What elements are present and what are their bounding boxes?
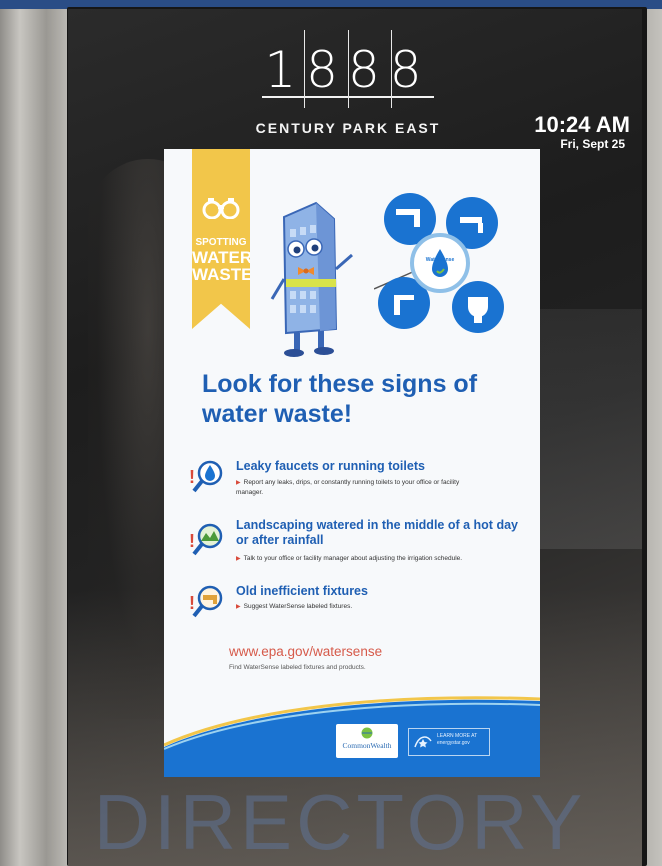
spotting-ribbon: SPOTTING WATER WASTE	[192, 149, 250, 329]
headline-line: water waste!	[202, 400, 353, 428]
svg-text:!: !	[189, 593, 195, 613]
partner-logo-text: CommonWealth	[342, 741, 392, 750]
sign-body: ▶ Suggest WaterSense labeled fixtures.	[236, 602, 486, 612]
watersense-poster: SPOTTING WATER WASTE WaterSense Look for…	[164, 149, 540, 777]
sign-title: Old inefficient fixtures	[236, 584, 368, 598]
svg-text:!: !	[189, 467, 195, 487]
poster-headline: Look for these signs of water waste!	[202, 369, 522, 439]
sign-title-line: Landscaping watered in the middle of a h…	[236, 518, 518, 532]
ribbon-text: SPOTTING	[195, 237, 247, 248]
arrow-icon: ▶	[236, 604, 241, 610]
arrow-icon: ▶	[236, 480, 241, 486]
binoculars-icon	[202, 198, 240, 219]
sign-title-line: or after rainfall	[236, 533, 324, 547]
sign-body-text: Report any leaks, drips, or constantly r…	[236, 479, 460, 496]
sign-body-text: Talk to your office or facility manager …	[243, 555, 463, 562]
ribbon-text: WATER	[192, 248, 253, 267]
arrow-icon: ▶	[236, 556, 241, 562]
fixture-magnifier-icon: !	[189, 585, 223, 618]
directory-label[interactable]: DIRECTORY	[80, 778, 600, 866]
leak-magnifier-icon: !	[189, 460, 223, 493]
sign-body: ▶ Talk to your office or facility manager…	[236, 554, 516, 564]
energy-logo-text: LEARN MORE AT energystar.gov	[437, 733, 478, 746]
globe-icon	[361, 727, 373, 739]
mascot-building-illustration	[270, 201, 353, 357]
watersense-badge-text: WaterSense	[425, 257, 455, 263]
ribbon-text: WASTE	[192, 265, 253, 284]
logo-divider	[304, 30, 305, 108]
logo-divider	[348, 30, 349, 108]
headline-line: Look for these signs of	[202, 370, 478, 398]
sign-title: Leaky faucets or running toilets	[236, 459, 425, 473]
building-street: CENTURY PARK EAST	[255, 120, 441, 136]
sign-title: Landscaping watered in the middle of a h…	[236, 518, 526, 548]
epa-caption: Find WaterSense labeled fixtures and pro…	[229, 664, 366, 671]
watersense-fixtures-illustration	[374, 193, 504, 333]
landscaping-magnifier-icon: !	[189, 523, 223, 556]
sign-body-text: Suggest WaterSense labeled fixtures.	[243, 603, 353, 610]
energy-star-icon	[414, 736, 432, 748]
epa-url: www.epa.gov/watersense	[229, 644, 383, 659]
sign-body: ▶ Report any leaks, drips, or constantly …	[236, 478, 486, 497]
logo-divider	[391, 30, 392, 108]
reflection-glass	[538, 309, 642, 549]
energy-star-logo: LEARN MORE AT energystar.gov	[408, 728, 490, 756]
clock-time: 10:24 AM	[534, 112, 630, 137]
commonwealth-logo: CommonWealth	[336, 724, 398, 758]
svg-text:!: !	[189, 531, 195, 551]
